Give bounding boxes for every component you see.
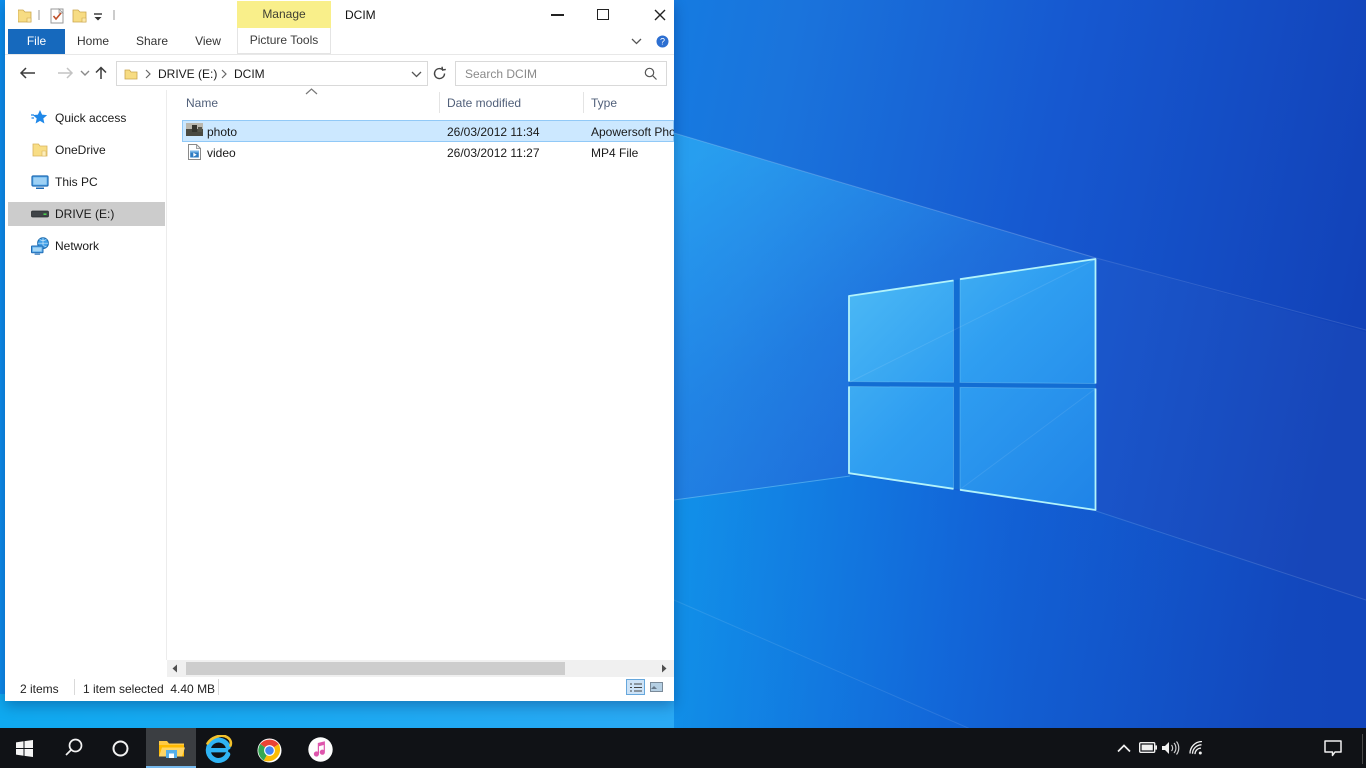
- svg-text:?: ?: [660, 37, 665, 47]
